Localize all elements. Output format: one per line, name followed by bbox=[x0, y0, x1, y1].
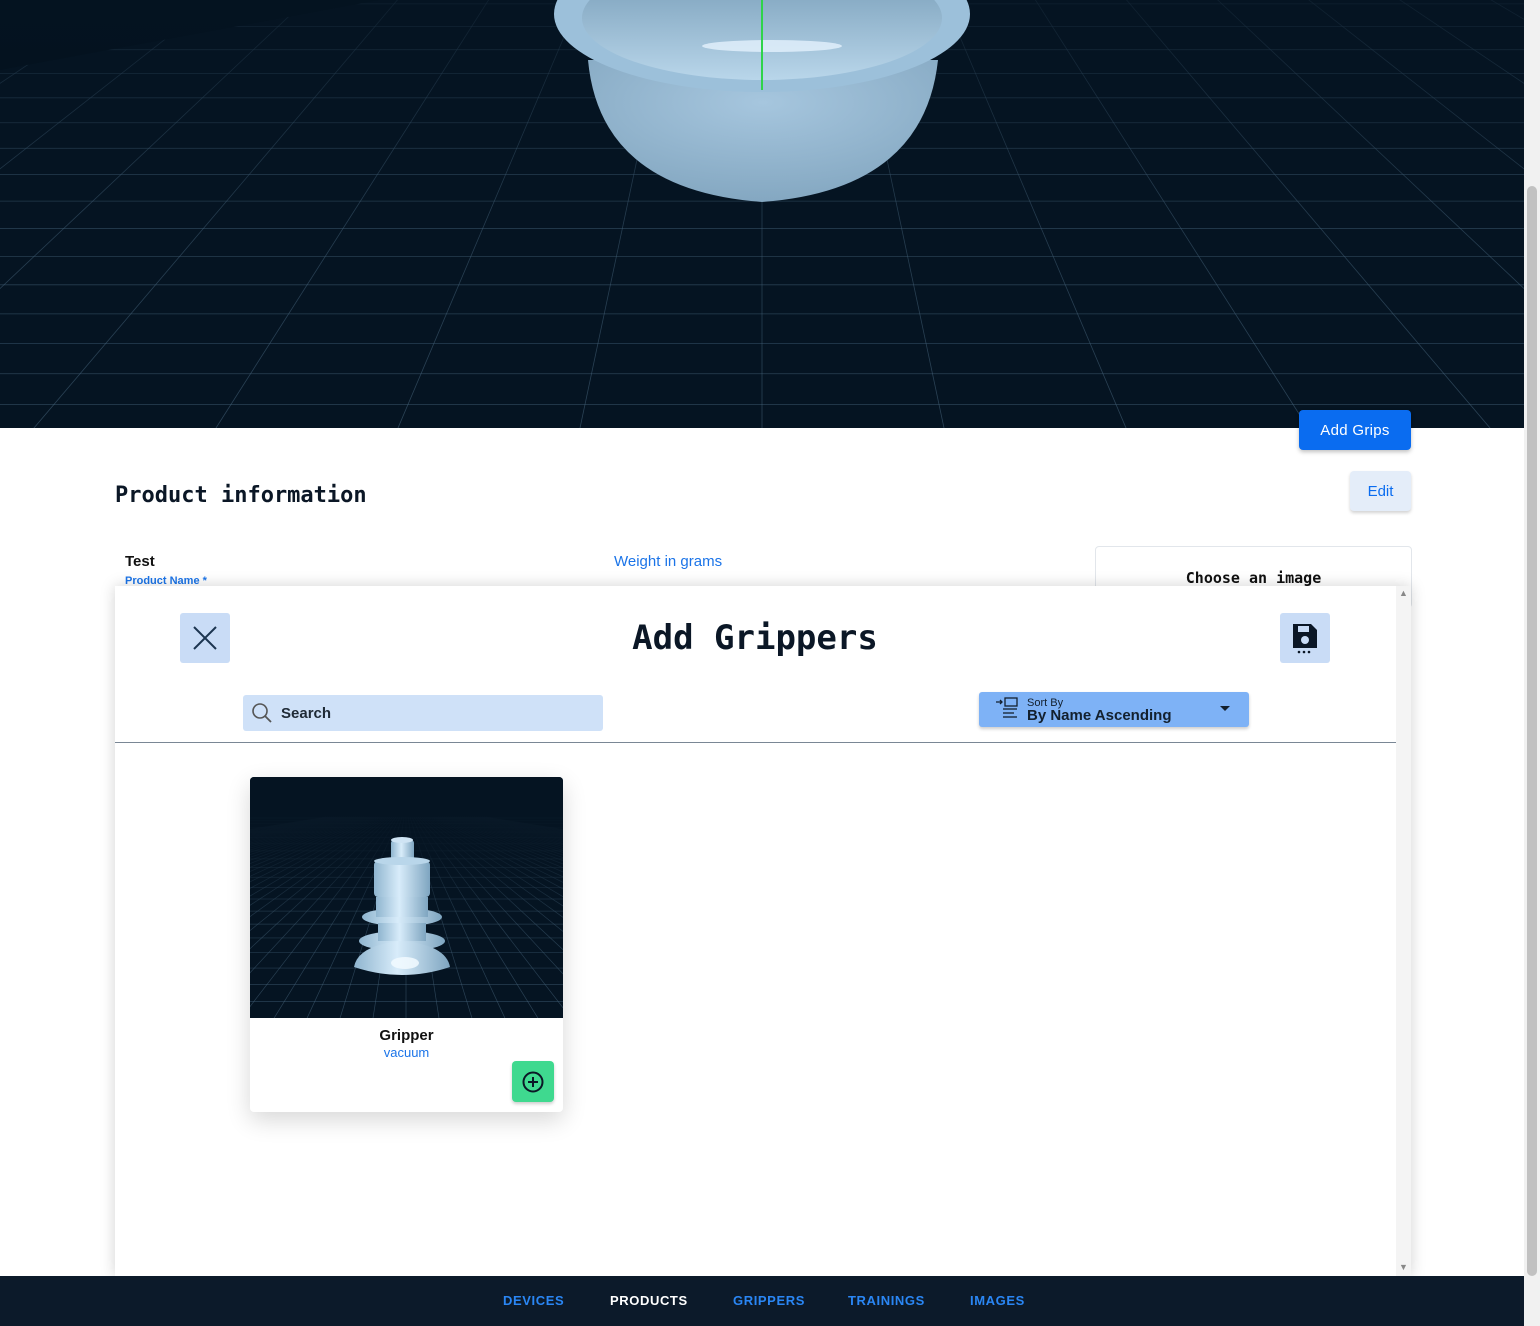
product-information-title: Product information bbox=[115, 483, 367, 508]
modal-scrollbar[interactable]: ▲ ▼ bbox=[1396, 586, 1411, 1276]
nav-images[interactable]: IMAGES bbox=[970, 1293, 1025, 1308]
gripper-name: Gripper bbox=[379, 1027, 434, 1044]
viewport-scene bbox=[0, 0, 1524, 428]
scroll-down-arrow-icon[interactable]: ▼ bbox=[1399, 1263, 1408, 1272]
page-scrollbar-thumb[interactable] bbox=[1527, 186, 1537, 1276]
gripper-type: vacuum bbox=[383, 1045, 430, 1060]
plus-circle-icon bbox=[522, 1071, 544, 1092]
sort-by-value: By Name Ascending bbox=[1027, 707, 1172, 724]
nav-devices[interactable]: DEVICES bbox=[503, 1293, 564, 1308]
3d-viewport[interactable] bbox=[0, 0, 1524, 428]
product-name-value: Test bbox=[125, 553, 155, 570]
modal-title: Add Grippers bbox=[632, 618, 878, 658]
gripper-thumbnail bbox=[250, 777, 563, 1059]
nav-grippers[interactable]: GRIPPERS bbox=[733, 1293, 805, 1308]
add-grippers-modal: Add Grippers Sort By By Name Ascending bbox=[115, 586, 1411, 1276]
chevron-down-icon bbox=[1220, 706, 1230, 711]
gripper-card[interactable]: Gripper vacuum bbox=[250, 777, 563, 1112]
save-icon bbox=[1293, 624, 1317, 654]
sort-by-select[interactable]: Sort By By Name Ascending bbox=[979, 692, 1249, 727]
search-input[interactable] bbox=[279, 697, 583, 729]
image-chooser-label: Choose an image bbox=[1185, 569, 1322, 587]
scroll-up-arrow-icon[interactable]: ▲ bbox=[1399, 589, 1408, 598]
nav-products[interactable]: PRODUCTS bbox=[610, 1293, 688, 1308]
search-box[interactable] bbox=[243, 695, 603, 731]
add-grips-button[interactable]: Add Grips bbox=[1299, 410, 1411, 450]
bottom-nav: DEVICES PRODUCTS GRIPPERS TRAININGS IMAG… bbox=[0, 1276, 1524, 1326]
page-scrollbar[interactable] bbox=[1524, 0, 1540, 1326]
edit-button[interactable]: Edit bbox=[1350, 471, 1411, 511]
save-button[interactable] bbox=[1280, 613, 1330, 663]
weight-field-label: Weight in grams bbox=[614, 553, 723, 570]
divider bbox=[115, 742, 1396, 743]
gripper-3d-preview bbox=[250, 777, 563, 1059]
sort-icon bbox=[996, 697, 1018, 718]
search-icon bbox=[252, 703, 272, 723]
nav-trainings[interactable]: TRAININGS bbox=[848, 1293, 925, 1308]
add-gripper-button[interactable] bbox=[512, 1061, 554, 1102]
